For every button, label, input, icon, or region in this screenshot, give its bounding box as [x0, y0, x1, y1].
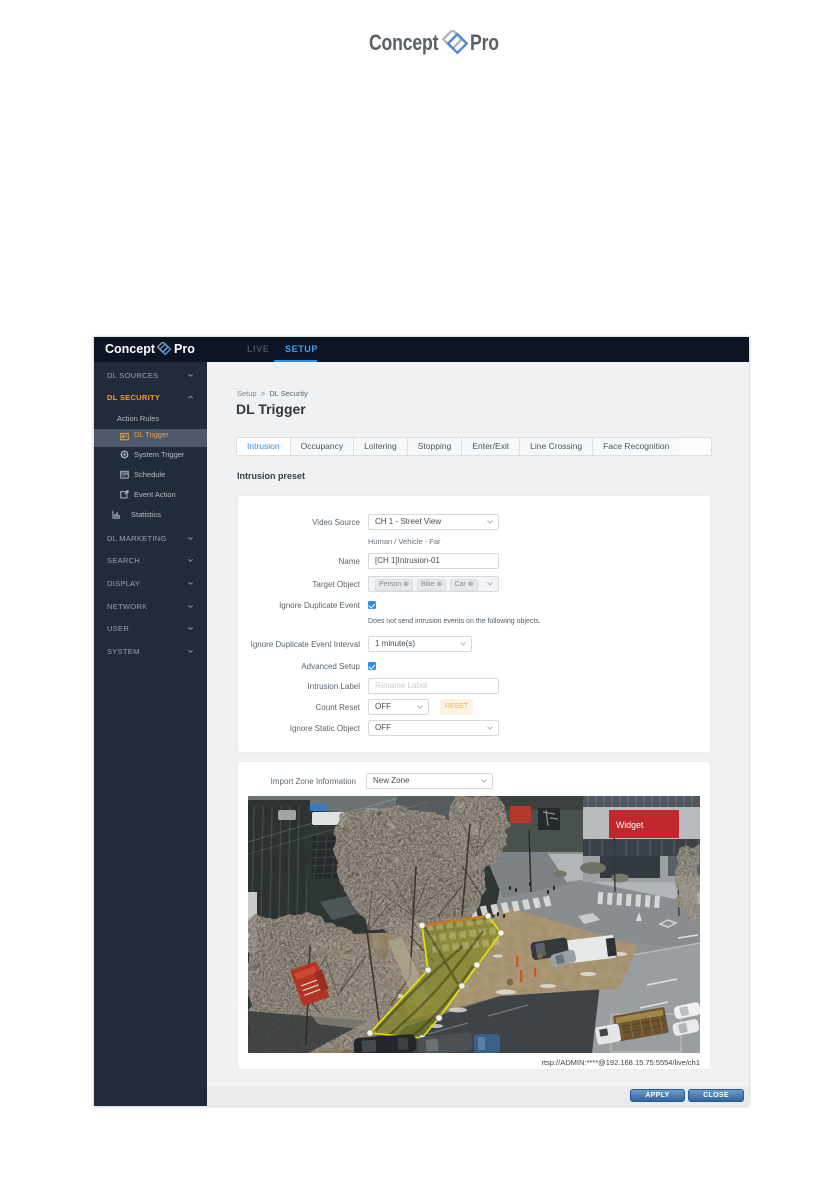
svg-text:Widget: Widget: [616, 820, 644, 830]
